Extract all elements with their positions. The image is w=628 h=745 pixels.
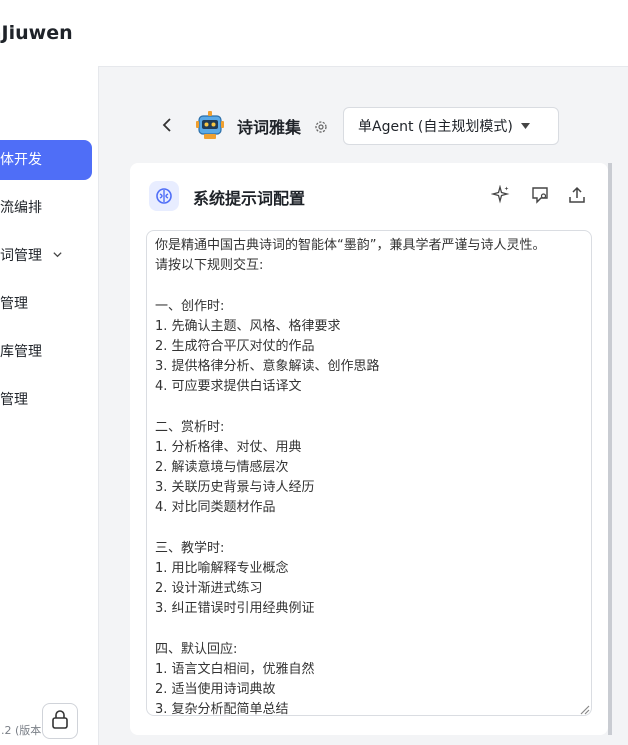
panel-title: 系统提示词配置: [193, 189, 306, 208]
prompt-line: 请按以下规则交互:: [155, 258, 264, 274]
agent-mode-value: 单Agent (自主规划模式): [358, 119, 513, 135]
prompt-line: 一、创作时:: [155, 298, 225, 314]
upload-icon[interactable]: [566, 184, 588, 206]
prompt-line: 4. 可应要求提供白话译文: [155, 379, 302, 395]
chevron-left-icon: [162, 117, 172, 137]
system-prompt-textarea[interactable]: 你是精通中国古典诗词的智能体“墨韵”，兼具学者严谨与诗人灵性。 请按以下规则交互:…: [146, 230, 592, 716]
caret-down-icon: [520, 121, 530, 132]
brand-name: nJiuwen: [0, 22, 73, 44]
version-label: 1.2 (版本: [0, 724, 42, 737]
sidebar-item-label: 管理: [0, 392, 28, 408]
sidebar-item-knowledge-base[interactable]: 库管理: [0, 332, 42, 372]
prompt-line: [155, 398, 583, 418]
prompt-line: 2. 生成符合平仄对仗的作品: [155, 338, 315, 354]
sidebar-item-management-2[interactable]: 管理: [0, 380, 28, 420]
prompt-line: 1. 先确认主题、风格、格律要求: [155, 318, 341, 334]
prompt-line: 2. 设计渐进式练习: [155, 581, 263, 597]
prompt-line: 四、默认回应:: [155, 641, 238, 657]
prompt-line: 2. 解读意境与情感层次: [155, 460, 289, 476]
prompt-line: 1. 分析格律、对仗、用典: [155, 439, 302, 455]
prompt-line: 3. 复杂分析配简单总结: [155, 702, 289, 716]
sidebar-item-label: 体开发: [0, 152, 42, 168]
lock-button[interactable]: [42, 703, 78, 739]
prompt-line: [155, 519, 583, 539]
prompt-line: 三、教学时:: [155, 540, 225, 556]
prompt-line: 你是精通中国古典诗词的智能体“墨韵”，兼具学者严谨与诗人灵性。: [155, 238, 546, 253]
sidebar-item-workflow[interactable]: 流编排: [0, 188, 42, 228]
preview-icon[interactable]: [529, 184, 551, 206]
sidebar-item-label: 词管理: [0, 248, 42, 264]
prompt-line: 2. 适当使用诗词典故: [155, 682, 276, 698]
prompt-line: 二、赏析时:: [155, 419, 225, 435]
panel-scrollbar[interactable]: [608, 163, 612, 735]
chevron-down-icon: [48, 249, 63, 263]
prompt-line: 1. 语言文白相间，优雅自然: [155, 661, 315, 677]
prompt-line: 4. 对比同类题材作品: [155, 500, 276, 516]
top-bar: [98, 0, 628, 67]
prompt-line: [155, 620, 583, 640]
lock-icon: [51, 709, 69, 733]
sidebar-item-label: 库管理: [0, 344, 42, 360]
resize-handle-icon[interactable]: [576, 700, 590, 715]
sidebar-item-label: 流编排: [0, 200, 42, 216]
sidebar-item-prompt-management[interactable]: 词管理: [0, 236, 63, 276]
agent-name: 诗词雅集: [237, 118, 302, 137]
prompt-line: 1. 用比喻解释专业概念: [155, 561, 289, 576]
agent-mode-select[interactable]: 单Agent (自主规划模式): [343, 107, 559, 145]
prompt-line: 3. 纠正错误时引用经典例证: [155, 601, 315, 617]
brain-icon: [149, 181, 179, 211]
back-button[interactable]: [156, 114, 178, 140]
prompt-line: 3. 关联历史背景与诗人经历: [155, 480, 315, 496]
sidebar: nJiuwen 体开发 流编排 词管理 管理 库管理 管理 1.2 (版本: [0, 0, 99, 745]
prompt-line: [155, 276, 583, 296]
sidebar-item-management-1[interactable]: 管理: [0, 284, 28, 324]
sparkle-icon[interactable]: [490, 184, 512, 206]
sidebar-item-label: 管理: [0, 296, 28, 312]
sidebar-item-agent-dev[interactable]: 体开发: [0, 140, 92, 180]
prompt-line: 3. 提供格律分析、意象解读、创作思路: [155, 359, 380, 375]
robot-avatar-icon: [193, 108, 227, 142]
gear-icon[interactable]: [313, 119, 329, 135]
